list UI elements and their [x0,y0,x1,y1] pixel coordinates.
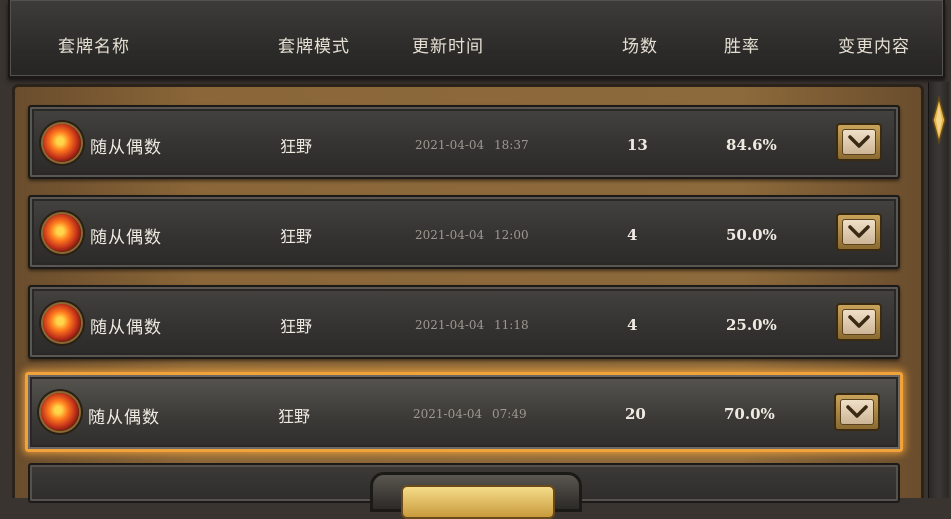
update-time: 2021-04-04 18:37 [415,138,529,152]
table-row[interactable]: 随从偶数 狂野 2021-04-04 18:37 13 84.6% [28,105,900,179]
update-time: 2021-04-04 07:49 [413,407,527,421]
win-rate: 50.0% [726,226,777,244]
deck-mode: 狂野 [280,137,313,156]
games-count: 4 [627,226,638,244]
deck-name: 随从偶数 [90,138,162,158]
header-games: 场数 [622,37,658,57]
win-rate: 70.0% [724,405,775,423]
chevron-down-icon [848,225,870,238]
header-update-time: 更新时间 [412,37,484,57]
header-changes: 变更内容 [838,37,910,57]
chevron-down-icon [848,315,870,328]
win-rate: 84.6% [726,136,777,154]
scroll-thumb-icon[interactable] [931,96,947,144]
deck-name: 随从偶数 [88,408,160,428]
chevron-down-icon [846,405,868,418]
deck-class-badge-icon [41,393,79,431]
deck-class-badge-icon [43,214,81,252]
games-count: 4 [627,316,638,334]
header-win-rate: 胜率 [724,37,760,57]
footer-button-face [401,485,555,519]
deck-mode: 狂野 [278,407,311,426]
deck-name: 随从偶数 [90,318,162,338]
table-row-selected[interactable]: 随从偶数 狂野 2021-04-04 07:49 20 70.0% [25,372,903,452]
chevron-down-icon [848,135,870,148]
deck-class-badge-icon [43,124,81,162]
games-count: 13 [627,136,648,154]
table-row[interactable]: 随从偶数 狂野 2021-04-04 12:00 4 50.0% [28,195,900,269]
deck-class-badge-icon [43,304,81,342]
win-rate: 25.0% [726,316,777,334]
deck-mode: 狂野 [280,317,313,336]
header-mode: 套牌模式 [278,37,350,57]
table-header: 套牌名称 套牌模式 更新时间 场数 胜率 变更内容 [8,0,945,78]
deck-mode: 狂野 [280,227,313,246]
update-time: 2021-04-04 12:00 [415,228,529,242]
games-count: 20 [625,405,646,423]
table-row[interactable]: 随从偶数 狂野 2021-04-04 11:18 4 25.0% [28,285,900,359]
expand-changes-button[interactable] [836,303,882,341]
update-time: 2021-04-04 11:18 [415,318,529,332]
scrollbar[interactable] [928,82,949,498]
header-deck-name: 套牌名称 [58,37,130,57]
expand-changes-button[interactable] [836,213,882,251]
expand-changes-button[interactable] [834,393,880,431]
expand-changes-button[interactable] [836,123,882,161]
footer-action-button[interactable] [370,472,582,519]
deck-name: 随从偶数 [90,228,162,248]
